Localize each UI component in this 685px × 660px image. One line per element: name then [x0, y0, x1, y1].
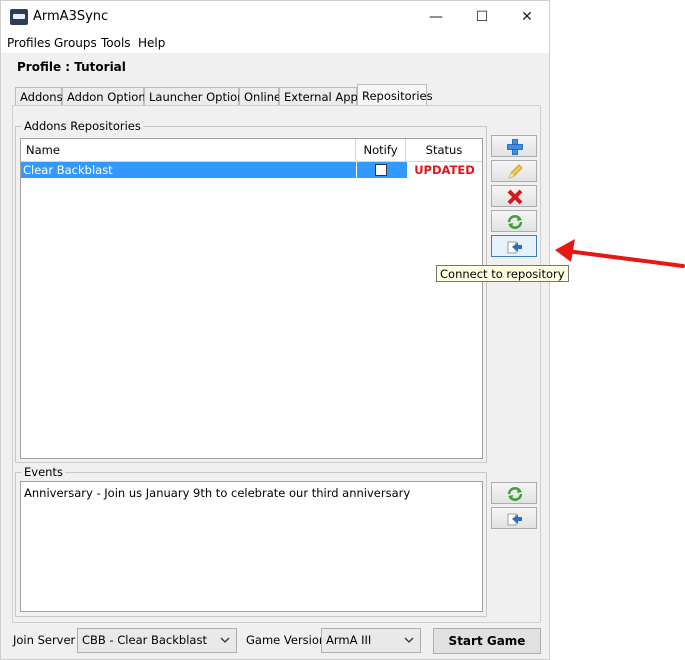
group-title-events: Events — [22, 465, 65, 479]
join-server-value: CBB - Clear Backblast — [82, 633, 207, 647]
title-bar: ArmA3Sync — ☐ ✕ — [1, 1, 549, 33]
menu-profiles[interactable]: Profiles — [7, 36, 51, 50]
connect-icon — [507, 241, 522, 254]
tab-addons[interactable]: Addons — [15, 87, 63, 105]
game-version-select[interactable]: ArmA III — [321, 628, 421, 653]
tab-addon-options[interactable]: Addon Options — [62, 87, 152, 105]
window-title: ArmA3Sync — [33, 9, 109, 24]
notify-cell — [356, 162, 406, 178]
table-row[interactable]: Clear Backblast UPDATED — [21, 162, 482, 178]
arma3sync-window: ArmA3Sync — ☐ ✕ Profiles Groups Tools He… — [0, 0, 550, 660]
event-item: Anniversary - Join us January 9th to cel… — [24, 486, 411, 500]
column-name[interactable]: Name — [21, 139, 356, 161]
join-server-label: Join Server — [13, 633, 76, 647]
edit-repository-button[interactable] — [491, 160, 537, 182]
join-server-select[interactable]: CBB - Clear Backblast — [77, 628, 237, 653]
column-notify[interactable]: Notify — [356, 139, 406, 161]
sync-repository-button[interactable] — [491, 210, 537, 232]
close-button[interactable]: ✕ — [504, 1, 550, 33]
app-icon — [10, 9, 28, 25]
sync-events-button[interactable] — [491, 482, 537, 504]
notify-checkbox[interactable] — [375, 164, 387, 176]
game-version-label: Game Version — [246, 633, 327, 647]
group-title-repositories: Addons Repositories — [22, 119, 143, 133]
pencil-icon — [508, 164, 523, 179]
table-header: Name Notify Status — [21, 139, 482, 162]
maximize-button[interactable]: ☐ — [459, 1, 505, 33]
menu-bar: Profiles Groups Tools Help — [1, 33, 549, 53]
connect-tooltip: Connect to repository — [436, 265, 569, 282]
connect-icon — [507, 513, 522, 526]
connect-repository-button[interactable] — [491, 235, 537, 257]
start-game-button[interactable]: Start Game — [433, 628, 541, 654]
game-version-value: ArmA III — [326, 633, 372, 647]
repositories-table[interactable]: Name Notify Status Clear Backblast UPDAT… — [20, 138, 483, 459]
tab-launcher-options[interactable]: Launcher Options — [144, 87, 250, 105]
chevron-down-icon — [220, 637, 230, 643]
menu-tools[interactable]: Tools — [101, 36, 131, 50]
annotation-arrow-icon — [555, 239, 685, 268]
tab-external-apps[interactable]: External Apps — [279, 87, 364, 105]
connect-events-button[interactable] — [491, 507, 537, 529]
tab-online[interactable]: Online — [239, 87, 281, 105]
menu-groups[interactable]: Groups — [54, 36, 97, 50]
remove-repository-button[interactable] — [491, 185, 537, 207]
chevron-down-icon — [404, 637, 414, 643]
plus-icon — [507, 139, 523, 155]
events-list[interactable]: Anniversary - Join us January 9th to cel… — [20, 481, 483, 612]
minimize-button[interactable]: — — [413, 1, 459, 33]
profile-label: Profile : Tutorial — [17, 60, 126, 74]
column-status[interactable]: Status — [406, 139, 482, 161]
status-badge: UPDATED — [407, 162, 482, 178]
tab-repositories[interactable]: Repositories — [357, 84, 433, 106]
repository-name: Clear Backblast — [23, 163, 113, 177]
sync-icon — [507, 215, 523, 229]
sync-icon — [507, 487, 523, 501]
add-repository-button[interactable] — [491, 135, 537, 157]
red-x-icon — [507, 189, 523, 205]
menu-help[interactable]: Help — [138, 36, 165, 50]
